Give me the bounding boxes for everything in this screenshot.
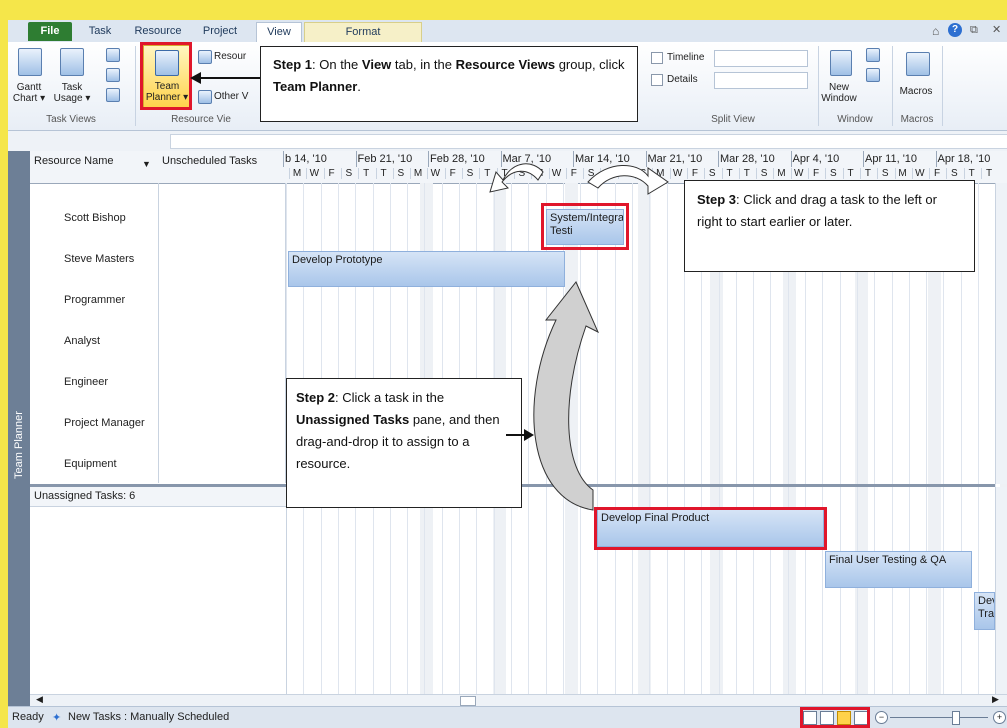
step2-arrow — [506, 429, 534, 441]
project-window: File Task Resource Project View Format ⌂… — [8, 20, 1007, 728]
move-right-arrow — [587, 164, 669, 195]
callout-arrows — [190, 72, 669, 511]
move-left-arrow — [489, 163, 544, 193]
step1-arrow — [190, 72, 260, 84]
curved-drag-arrow — [533, 281, 600, 511]
